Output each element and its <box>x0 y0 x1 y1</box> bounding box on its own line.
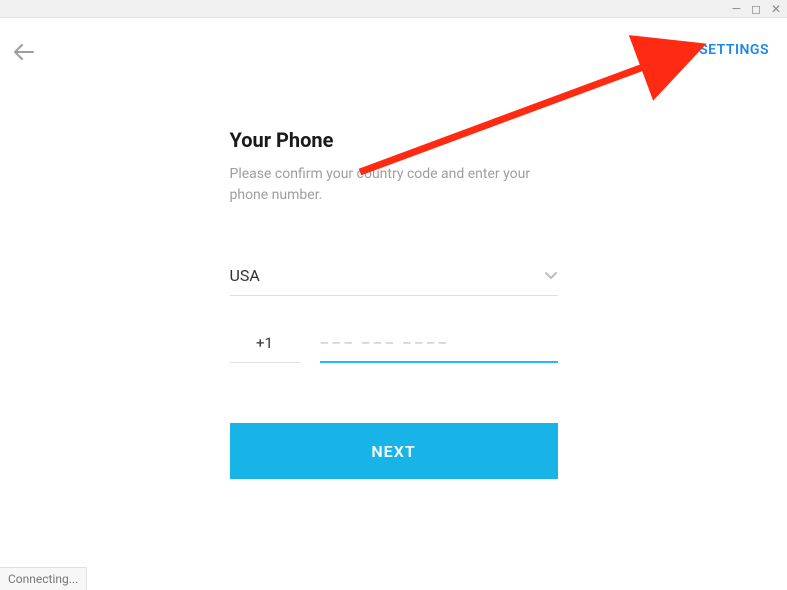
login-form: Your Phone Please confirm your country c… <box>230 128 558 479</box>
page-title: Your Phone <box>230 128 558 152</box>
phone-row <box>230 334 558 363</box>
country-select[interactable]: USA <box>230 266 558 296</box>
minimize-button[interactable]: — <box>730 3 743 15</box>
close-button[interactable]: ✕ <box>769 3 783 15</box>
settings-link[interactable]: SETTINGS <box>699 42 769 58</box>
next-button[interactable]: NEXT <box>230 423 558 479</box>
maximize-button[interactable]: ◻ <box>749 3 763 15</box>
status-bar: Connecting... <box>0 567 87 590</box>
page-subtitle: Please confirm your country code and ent… <box>230 164 558 206</box>
dial-code-input[interactable] <box>230 334 300 363</box>
chevron-down-icon <box>544 266 558 285</box>
arrow-left-icon <box>14 44 34 60</box>
back-button[interactable] <box>14 44 34 64</box>
country-label: USA <box>230 266 260 285</box>
window-titlebar: — ◻ ✕ <box>0 0 787 18</box>
phone-number-input[interactable] <box>320 334 558 363</box>
app-header: SETTINGS <box>0 18 787 58</box>
